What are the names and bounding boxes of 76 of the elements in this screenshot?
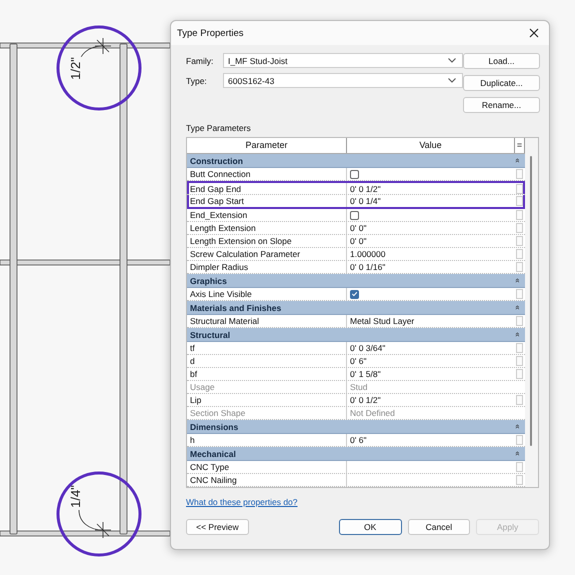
chevron-down-icon[interactable] [448, 78, 456, 83]
group-name: Structural [190, 330, 230, 340]
column-header[interactable]: Parameter [187, 138, 347, 153]
row-button[interactable] [516, 395, 523, 405]
parameter-value[interactable]: 0' 1 5/8" [347, 368, 515, 380]
field-label: Family: [186, 56, 214, 66]
parameter-value[interactable]: 0' 0 1/16" [347, 261, 515, 273]
group-header[interactable]: Construction » [187, 154, 525, 168]
window-title: Type Properties [177, 28, 244, 38]
parameter-name: Dimpler Radius [187, 261, 347, 273]
collapse-toggle[interactable]: » [512, 278, 522, 283]
parameter-name: CNC Type [187, 461, 347, 473]
group-header[interactable]: Structural » [187, 328, 525, 342]
dialog-button[interactable]: Cancel [408, 519, 470, 535]
group-name: Mechanical [190, 448, 236, 458]
field-label: Type: [186, 76, 208, 86]
parameter-name: Structural Material [187, 315, 347, 327]
parameter-name: Length Extension on Slope [187, 235, 347, 247]
collapse-toggle[interactable]: » [512, 332, 522, 337]
parameter-name: Butt Connection [187, 168, 347, 180]
parameter-name: bf [187, 368, 347, 380]
close-icon[interactable] [529, 28, 539, 38]
group-header[interactable]: Dimensions » [187, 420, 525, 434]
parameter-name: Usage [187, 381, 347, 393]
parameter-name: d [187, 355, 347, 367]
parameter-name: tf [187, 342, 347, 354]
parameter-name: End_Extension [187, 209, 347, 221]
parameter-name: Lip [187, 394, 347, 406]
parameter-value[interactable]: 0' 6" [347, 355, 515, 367]
group-header[interactable]: Mechanical » [187, 447, 525, 461]
group-name: Construction [190, 156, 243, 166]
parameter-value[interactable]: Metal Stud Layer [347, 315, 515, 327]
dialog-button[interactable]: Rename... [463, 97, 540, 113]
parameter-value[interactable]: 0' 0 3/64" [347, 342, 515, 354]
parameter-name: Length Extension [187, 222, 347, 234]
collapse-toggle[interactable]: » [512, 451, 522, 456]
group-header[interactable]: Materials and Finishes » [187, 301, 525, 315]
parameter-name: Section Shape [187, 407, 347, 419]
parameter-name: CNC Nailing [187, 474, 347, 486]
parameter-name: Screw Calculation Parameter [187, 248, 347, 260]
group-header[interactable]: Graphics » [187, 274, 525, 288]
parameter-name: End Gap Start [187, 195, 347, 207]
dialog-button[interactable]: OK [338, 519, 402, 535]
parameter-value[interactable]: 0' 6" [347, 434, 515, 446]
column-header[interactable]: Value [347, 138, 515, 153]
parameter-name: End Gap End [187, 183, 347, 194]
help-link[interactable]: What do these properties do? [186, 497, 298, 507]
parameter-name: Axis Line Visible [187, 288, 347, 300]
group-name: Materials and Finishes [190, 302, 282, 312]
parameter-value[interactable]: 0' 0" [347, 235, 515, 247]
parameter-value[interactable]: 1.000000 [347, 248, 515, 260]
parameter-value[interactable]: 0' 0 1/2" [347, 183, 515, 194]
section-label: Type Parameters [185, 122, 252, 135]
parameter-name: h [187, 434, 347, 446]
parameter-value[interactable]: 0' 0 1/2" [347, 394, 515, 406]
dialog-button[interactable]: << Preview [186, 519, 249, 535]
checkbox[interactable] [350, 210, 359, 220]
chevron-down-icon[interactable] [448, 58, 456, 63]
parameter-value[interactable]: 0' 0" [347, 222, 515, 234]
row-button[interactable] [516, 289, 523, 299]
dimension-text: 1/4" [68, 485, 82, 508]
parameter-value[interactable]: 0' 0 1/4" [347, 195, 515, 207]
dropdown-field[interactable]: 600S162-43 [223, 73, 463, 88]
collapse-toggle[interactable]: » [512, 158, 522, 163]
dialog-button[interactable]: Duplicate... [463, 75, 540, 91]
dropdown-field[interactable]: I_MF Stud-Joist [223, 53, 463, 68]
dimension-text: 1/2" [68, 57, 82, 80]
group-name: Graphics [190, 276, 227, 286]
group-name: Dimensions [190, 422, 238, 432]
collapse-toggle[interactable]: » [512, 305, 522, 310]
row-button[interactable] [516, 316, 523, 326]
row-button[interactable] [516, 435, 523, 445]
collapse-toggle[interactable]: » [512, 424, 522, 429]
dialog-button[interactable]: Load... [463, 53, 540, 69]
checkbox[interactable] [350, 290, 359, 298]
checkbox[interactable] [350, 170, 359, 178]
